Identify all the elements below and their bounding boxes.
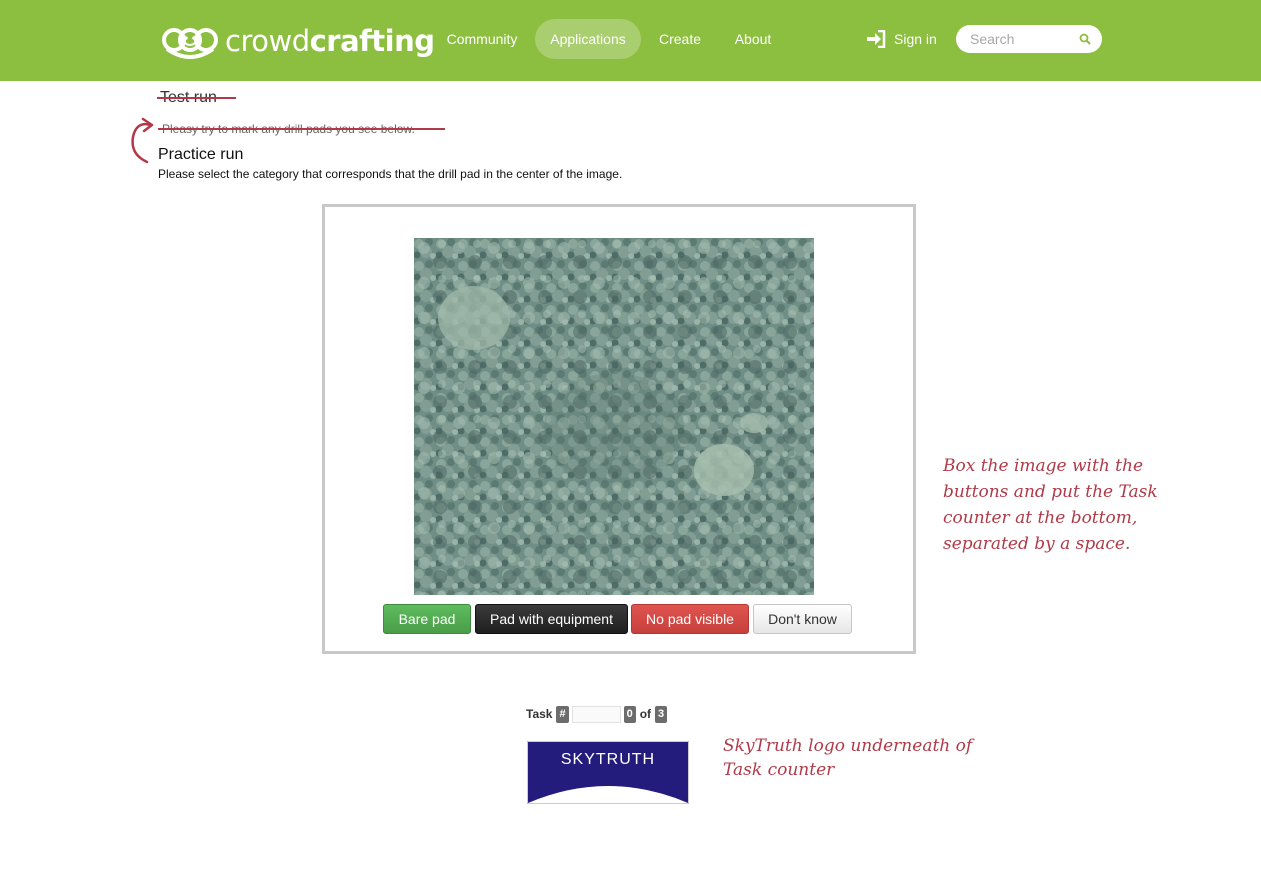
signin-link[interactable]: Sign in: [866, 28, 937, 50]
of-label: of: [639, 707, 652, 721]
skytruth-logo: SKYTRUTH: [527, 741, 689, 804]
logo-wordmark: crowdcrafting: [225, 24, 435, 58]
task-counter: Task # 0 of 3: [526, 705, 668, 723]
sign-in-icon: [867, 30, 886, 48]
current-task-badge: 0: [623, 705, 636, 723]
search-icon[interactable]: [1079, 33, 1091, 45]
aerial-image: [414, 238, 814, 595]
page-title: Practice run: [158, 146, 244, 163]
strike-mark: [158, 128, 445, 130]
pad-with-equipment-button[interactable]: Pad with equipment: [475, 604, 628, 634]
strike-mark: [157, 97, 236, 99]
nav-applications[interactable]: Applications: [535, 19, 641, 59]
task-hash-badge: #: [556, 705, 569, 723]
nav-create[interactable]: Create: [648, 19, 712, 59]
crowd-faces-icon: [162, 28, 218, 59]
annotation-logo-note: SkyTruth logo underneath of Task counter: [723, 736, 973, 780]
bare-pad-button[interactable]: Bare pad: [383, 604, 471, 634]
task-label: Task: [526, 707, 553, 721]
crowdcrafting-logo[interactable]: crowdcrafting: [161, 21, 435, 61]
search-box: [956, 25, 1102, 53]
skytruth-logo-text: SKYTRUTH: [561, 751, 655, 768]
signin-label: Sign in: [894, 31, 937, 47]
hand-drawn-arrow-icon: [131, 117, 154, 164]
annotation-box-note: Box the image with the buttons and put t…: [943, 456, 1158, 554]
task-number-input[interactable]: [571, 705, 621, 723]
nav-community[interactable]: Community: [435, 19, 529, 59]
instruction-text: Please select the category that correspo…: [158, 167, 623, 181]
search-input[interactable]: [970, 30, 1075, 48]
nav-about[interactable]: About: [722, 19, 784, 59]
no-pad-visible-button[interactable]: No pad visible: [631, 604, 749, 634]
dont-know-button[interactable]: Don't know: [753, 604, 852, 634]
total-tasks-badge: 3: [655, 705, 668, 723]
top-navbar: crowdcrafting Community Applications Cre…: [0, 0, 1261, 81]
